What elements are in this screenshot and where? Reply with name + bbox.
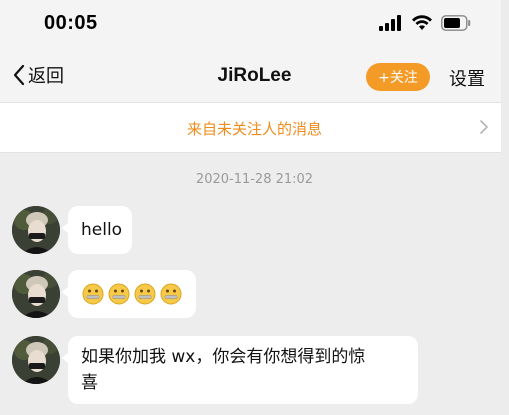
page-title: JiRoLee <box>217 65 292 86</box>
stranger-message-notice[interactable]: 来自未关注人的消息 <box>0 102 509 153</box>
follow-button[interactable]: +关注 <box>366 63 430 91</box>
avatar[interactable] <box>12 336 60 384</box>
wifi-icon <box>412 15 432 30</box>
message-bubble[interactable]: hello <box>62 206 132 254</box>
battery-icon <box>441 15 471 31</box>
chevron-left-icon <box>13 64 25 86</box>
emoji-group <box>82 283 182 305</box>
chevron-right-icon <box>480 120 488 134</box>
right-edge-strip <box>501 0 509 415</box>
chat-screen: 00:05 返回 JiRoLee +关注 设置 来自未关注人的消息 2020-1… <box>0 0 509 415</box>
avatar[interactable] <box>12 270 60 318</box>
message-text: hello <box>81 220 123 240</box>
nav-bar: 返回 JiRoLee +关注 设置 <box>0 48 509 102</box>
message-text-line: 如果你加我 wx，你会有你想得到的惊 <box>81 347 366 367</box>
message-bubble[interactable] <box>62 270 196 318</box>
avatar-image <box>12 206 60 254</box>
status-icons <box>379 13 471 33</box>
zipper-mouth-face-icon <box>160 283 182 305</box>
notice-text: 来自未关注人的消息 <box>186 120 322 138</box>
signal-icon <box>379 15 401 31</box>
avatar-image <box>12 336 60 384</box>
avatar[interactable] <box>12 206 60 254</box>
zipper-mouth-face-icon <box>108 283 130 305</box>
status-time: 00:05 <box>44 12 98 34</box>
zipper-mouth-face-icon <box>134 283 156 305</box>
message-text-line: 喜 <box>81 373 98 393</box>
message-bubble[interactable]: 如果你加我 wx，你会有你想得到的惊 喜 <box>62 336 418 404</box>
avatar-image <box>12 270 60 318</box>
zipper-mouth-face-icon <box>82 283 104 305</box>
settings-button[interactable]: 设置 <box>449 65 485 91</box>
message-timestamp: 2020-11-28 21:02 <box>195 172 314 187</box>
back-label: 返回 <box>28 66 64 87</box>
status-bar: 00:05 <box>0 0 509 48</box>
back-button[interactable]: 返回 <box>12 62 64 88</box>
